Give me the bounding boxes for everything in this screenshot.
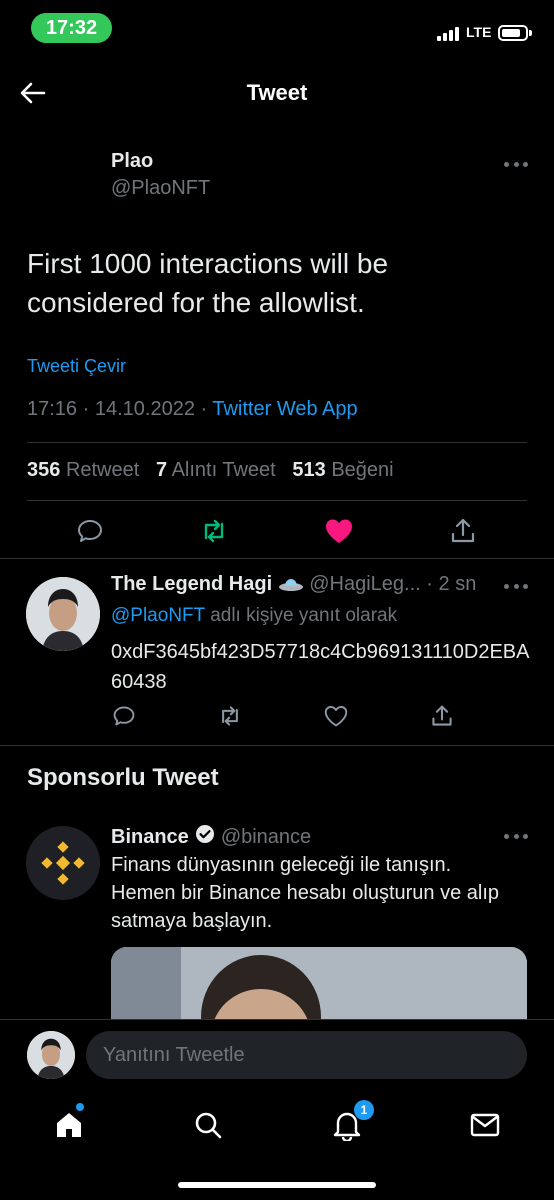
status-time: 17:32 [31,13,112,43]
sponsor-author-line[interactable]: Binance @binance [111,824,311,850]
reply-icon[interactable] [76,517,104,545]
tweet-time: 17:16 [27,398,78,420]
mention-link[interactable]: @PlaoNFT [111,605,205,626]
reply-age: 2 sn [438,573,477,595]
replying-label: adlı kişiye yanıt olarak [210,605,398,626]
quotes-count: 7 [155,459,168,481]
section-title: Sponsorlu Tweet [27,764,219,791]
sponsor-handle: @binance [220,825,312,848]
replying-to: @PlaoNFT adlı kişiye yanıt olarak [111,605,397,627]
ufo-icon [278,573,310,595]
likes-stat[interactable]: 513 Beğeni [292,459,393,481]
share-icon[interactable] [430,704,454,728]
author-name[interactable]: Plao [111,150,153,173]
divider [0,558,554,559]
avatar[interactable] [26,577,100,651]
retweet-icon[interactable] [199,517,229,545]
share-icon[interactable] [449,517,477,545]
tweet-source-link[interactable]: Twitter Web App [212,398,357,420]
home-unread-dot [76,1103,84,1111]
battery-icon [498,25,532,41]
like-filled-icon[interactable] [324,517,354,545]
network-type: LTE [466,24,492,40]
quotes-label: Alıntı Tweet [171,459,276,481]
retweets-label: Retweet [65,459,140,481]
reply-text: 0xdF3645bf423D57718c4Cb969131110D2EBA604… [111,641,530,693]
tweet-text: First 1000 interactions will be consider… [27,248,389,318]
avatar[interactable] [27,1031,75,1079]
reply-compose-bar: Yanıtını Tweetle [0,1019,554,1093]
search-icon[interactable] [188,1105,228,1145]
signal-icon [437,27,459,41]
quotes-stat[interactable]: 7 Alıntı Tweet [156,459,276,481]
reply-author-name: The Legend Hagi [111,573,273,595]
sponsor-text: Finans dünyasının geleceği ile tanışın. … [111,854,500,932]
author-handle[interactable]: @PlaoNFT [111,177,210,200]
retweets-count: 356 [27,459,61,481]
translate-tweet-link[interactable]: Tweeti Çevir [27,356,126,377]
more-options-icon[interactable] [504,831,528,841]
more-options-icon[interactable] [504,159,528,169]
tweet-meta: 17:16 · 14.10.2022 · Twitter Web App [27,398,358,420]
engagement-stats: 356 Retweet 7 Alıntı Tweet 513 Beğeni [27,459,394,482]
likes-label: Beğeni [331,459,394,481]
retweets-stat[interactable]: 356 Retweet [27,459,139,481]
top-nav: Tweet [0,60,554,126]
binance-logo[interactable] [26,826,100,900]
notifications-count-badge: 1 [354,1100,374,1120]
reply-icon[interactable] [112,704,136,728]
reply-author-line[interactable]: The Legend Hagi @HagiLeg... · 2 sn [111,573,476,596]
home-indicator [178,1182,376,1188]
divider [27,442,527,443]
sponsor-name: Binance [111,825,189,848]
reply-input[interactable]: Yanıtını Tweetle [86,1031,527,1079]
reply-author-handle: @HagiLeg... [309,573,421,595]
like-icon[interactable] [323,704,349,728]
verified-badge-icon [195,824,215,850]
divider [27,500,527,501]
divider [0,745,554,746]
page-title: Tweet [246,80,308,105]
ad-image[interactable] [111,947,527,1027]
status-bar: 17:32 LTE [0,0,554,58]
more-options-icon[interactable] [504,581,528,591]
messages-icon[interactable] [465,1105,505,1145]
retweet-icon[interactable] [217,704,243,728]
likes-count: 513 [292,459,326,481]
tweet-date: 14.10.2022 [94,398,195,420]
home-icon[interactable] [49,1105,89,1145]
